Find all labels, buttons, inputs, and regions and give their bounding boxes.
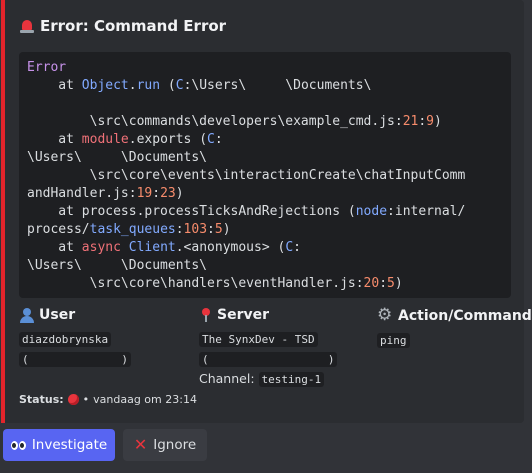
error-embed: Error: Command Error Error at Object.run… bbox=[1, 0, 532, 423]
ignore-button[interactable]: ✕ Ignore bbox=[123, 429, 207, 461]
gear-icon: ⚙ bbox=[377, 305, 393, 325]
action-value: ping bbox=[377, 333, 410, 348]
investigate-label: Investigate bbox=[31, 437, 108, 453]
server-value: The SynxDev - TSD bbox=[199, 332, 318, 347]
red-circle-icon bbox=[67, 394, 79, 405]
embed-title-text: Error: Command Error bbox=[40, 17, 227, 35]
x-icon: ✕ bbox=[133, 435, 148, 454]
field-action-name: Action/Command bbox=[398, 307, 532, 324]
field-user: User diazdobrynska ( ) bbox=[19, 307, 131, 369]
channel-label: Channel: bbox=[199, 371, 255, 386]
channel-value: testing-1 bbox=[258, 372, 325, 387]
field-user-name: User bbox=[39, 307, 76, 323]
status-timestamp: vandaag om 23:14 bbox=[93, 393, 197, 406]
ignore-label: Ignore bbox=[153, 437, 197, 453]
user-icon bbox=[19, 307, 35, 323]
field-action: ⚙ Action/Command ping bbox=[377, 307, 532, 350]
pin-icon bbox=[199, 307, 213, 323]
status-line: Status: • vandaag om 23:14 bbox=[19, 393, 197, 406]
stack-line: Error bbox=[27, 60, 67, 75]
user-value: diazdobrynska bbox=[19, 332, 112, 347]
user-id-value: ( ) bbox=[19, 352, 131, 367]
investigate-button[interactable]: Investigate bbox=[3, 429, 115, 461]
eyes-icon bbox=[10, 440, 26, 450]
field-server-name: Server bbox=[217, 307, 270, 323]
field-server: Server The SynxDev - TSD ( ) Channel: te… bbox=[199, 307, 338, 389]
status-label: Status: bbox=[19, 393, 64, 406]
stack-trace-codeblock: Error at Object.run (C:\Users\ \Document… bbox=[19, 52, 511, 298]
server-id-value: ( ) bbox=[199, 352, 338, 367]
embed-title: Error: Command Error bbox=[19, 17, 226, 35]
siren-icon bbox=[19, 18, 35, 34]
status-separator: • bbox=[82, 393, 90, 406]
